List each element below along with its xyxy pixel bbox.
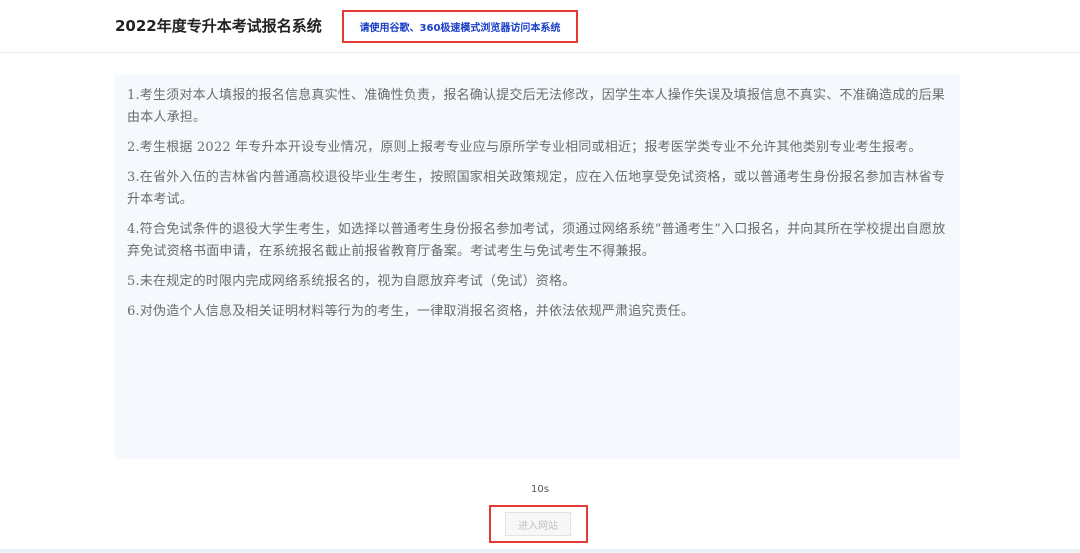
- registration-notice-panel: 1.考生须对本人填报的报名信息真实性、准确性负责，报名确认提交后无法修改，因学生…: [115, 75, 960, 459]
- notice-item-2: 2.考生根据 2022 年专升本开设专业情况，原则上报考专业应与原所学专业相同或…: [127, 140, 922, 155]
- countdown-timer: 10s: [531, 484, 549, 495]
- page-title: 2022年度专升本考试报名系统: [115, 17, 322, 35]
- notice-item-5: 5.未在规定的时限内完成网络系统报名的，视为自愿放弃考试（免试）资格。: [127, 274, 576, 289]
- notice-item-1: 1.考生须对本人填报的报名信息真实性、准确性负责，报名确认提交后无法修改，因学生…: [127, 88, 946, 125]
- header: 2022年度专升本考试报名系统 请使用谷歌、360极速模式浏览器访问本系统: [0, 0, 1080, 53]
- notice-item-3: 3.在省外入伍的吉林省内普通高校退役毕业生考生，按照国家相关政策规定，应在入伍地…: [127, 170, 946, 207]
- notice-item-6: 6.对伪造个人信息及相关证明材料等行为的考生，一律取消报名资格，并依法依规严肃追…: [127, 304, 695, 319]
- browser-notice-banner: 请使用谷歌、360极速模式浏览器访问本系统: [342, 10, 578, 43]
- footer-strip: [0, 549, 1080, 553]
- notice-item-4: 4.符合免试条件的退役大学生考生，如选择以普通考生身份报名参加考试，须通过网络系…: [127, 222, 946, 259]
- enter-site-button[interactable]: 进入网站: [505, 512, 571, 536]
- browser-notice-text: 请使用谷歌、360极速模式浏览器访问本系统: [359, 23, 561, 34]
